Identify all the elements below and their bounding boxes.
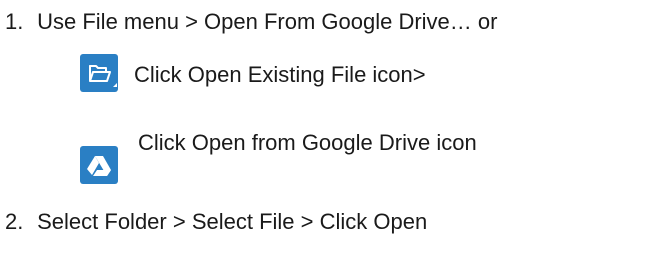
- google-drive-icon[interactable]: [80, 146, 118, 184]
- open-folder-icon[interactable]: [80, 54, 118, 92]
- step-1: 1. Use File menu > Open From Google Driv…: [5, 9, 497, 35]
- substep-open-from-google-drive: Click Open from Google Drive icon: [138, 130, 477, 155]
- substep-open-existing-file: Click Open Existing File icon>: [134, 62, 426, 87]
- step-2-text: Select Folder > Select File > Click Open: [37, 209, 428, 234]
- step-1-text: Use File menu > Open From Google Drive… …: [37, 9, 498, 34]
- step-1-number: 1.: [5, 9, 24, 34]
- step-2: 2. Select Folder > Select File > Click O…: [5, 209, 427, 235]
- step-2-number: 2.: [5, 209, 24, 234]
